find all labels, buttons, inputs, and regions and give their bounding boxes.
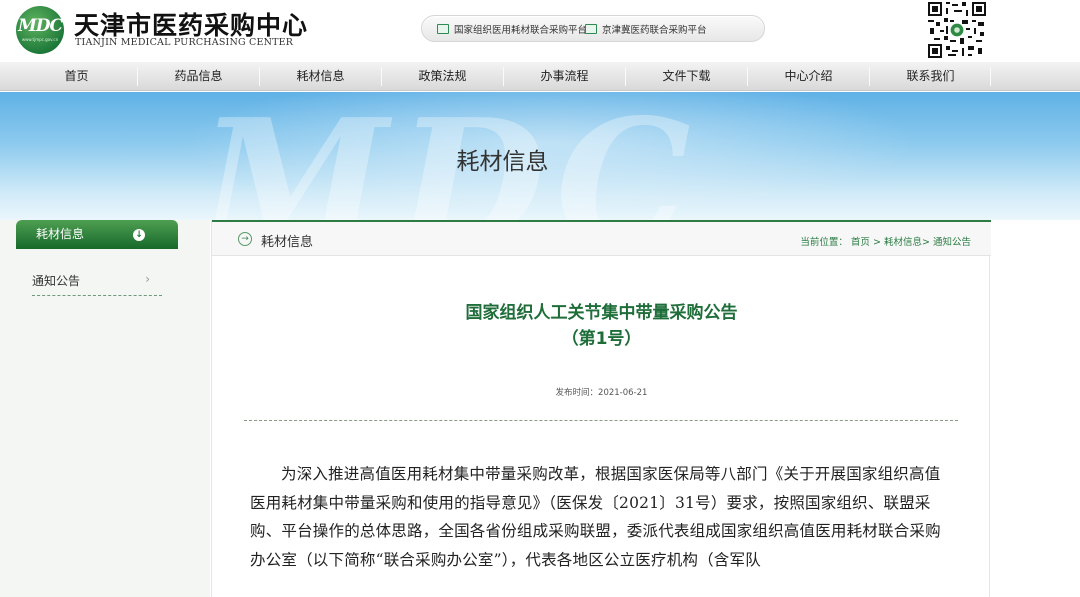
breadcrumb-prefix: 当前位置： — [800, 237, 848, 248]
nav-item-consumables[interactable]: 耗材信息 — [260, 62, 381, 91]
nav-item-downloads[interactable]: 文件下载 — [626, 62, 747, 91]
content-section-title: 耗材信息 — [261, 235, 314, 250]
article-divider — [244, 420, 958, 421]
chevron-right-icon: › — [145, 272, 150, 286]
platform-link-jingjinji[interactable]: 京津冀医药联合采购平台 — [585, 22, 707, 36]
platform-link-label: 京津冀医药联合采购平台 — [602, 25, 707, 36]
sidebar-item-divider — [32, 295, 162, 296]
sidebar-item-label: 通知公告 — [32, 274, 81, 288]
main-nav: 首页 药品信息 耗材信息 政策法规 办事流程 文件下载 中心介绍 联系我们 — [0, 62, 1080, 91]
monitor-icon — [585, 24, 597, 34]
qr-code-icon — [928, 2, 986, 58]
sidebar-heading: 耗材信息 ↓ — [16, 220, 178, 249]
content-header: → 耗材信息 当前位置： 首页 > 耗材信息> 通知公告 — [212, 220, 991, 256]
sidebar: 耗材信息 ↓ 通知公告 › — [0, 220, 210, 597]
logo-icon[interactable]: MDC www.tjmpc.gov.cn — [16, 6, 64, 54]
platform-link-label: 国家组织医用耗材联合采购平台 — [454, 25, 588, 36]
article-title-line2: （第1号） — [561, 329, 642, 349]
platform-links-bar: 国家组织医用耗材联合采购平台 京津冀医药联合采购平台 — [421, 15, 765, 42]
logo-mark: MDC — [17, 16, 63, 36]
banner-title: 耗材信息 — [456, 149, 549, 175]
nav-divider — [990, 67, 991, 86]
platform-link-national[interactable]: 国家组织医用耗材联合采购平台 — [437, 22, 587, 36]
sidebar-heading-label: 耗材信息 — [36, 227, 85, 241]
page-banner: MDC 耗材信息 — [0, 92, 1080, 220]
site-header: MDC www.tjmpc.gov.cn 天津市医药采购中心 TIANJIN M… — [0, 0, 1080, 62]
article-body: 为深入推进高值医用耗材集中带量采购改革，根据国家医保局等八部门《关于开展国家组织… — [250, 465, 941, 569]
article-date-value: 2021-06-21 — [598, 388, 648, 398]
breadcrumb-section[interactable]: 耗材信息 — [884, 237, 922, 248]
article-date: 发布时间：2021-06-21 — [212, 386, 991, 398]
breadcrumb-home[interactable]: 首页 — [851, 237, 870, 248]
nav-item-contact[interactable]: 联系我们 — [870, 62, 991, 91]
main-content: → 耗材信息 当前位置： 首页 > 耗材信息> 通知公告 国家组织人工关节集中带… — [211, 220, 991, 597]
sidebar-item-notices[interactable]: 通知公告 › — [32, 272, 162, 296]
nav-item-about[interactable]: 中心介绍 — [748, 62, 869, 91]
site-name-en: TIANJIN MEDICAL PURCHASING CENTER — [75, 37, 294, 48]
monitor-icon — [437, 24, 449, 34]
breadcrumb: 当前位置： 首页 > 耗材信息> 通知公告 — [800, 234, 971, 248]
arrow-down-circle-icon: ↓ — [133, 229, 145, 241]
arrow-right-circle-icon: → — [238, 232, 252, 246]
nav-item-drugs[interactable]: 药品信息 — [138, 62, 259, 91]
article-date-label: 发布时间： — [555, 388, 599, 398]
breadcrumb-current[interactable]: 通知公告 — [933, 237, 971, 248]
nav-item-home[interactable]: 首页 — [16, 62, 137, 91]
article-title-line1: 国家组织人工关节集中带量采购公告 — [465, 303, 738, 323]
article-title: 国家组织人工关节集中带量采购公告 （第1号） — [212, 300, 991, 352]
breadcrumb-separator: > — [921, 237, 930, 248]
logo-url: www.tjmpc.gov.cn — [21, 37, 59, 42]
nav-item-process[interactable]: 办事流程 — [504, 62, 625, 91]
breadcrumb-separator: > — [872, 237, 881, 248]
nav-item-policy[interactable]: 政策法规 — [382, 62, 503, 91]
